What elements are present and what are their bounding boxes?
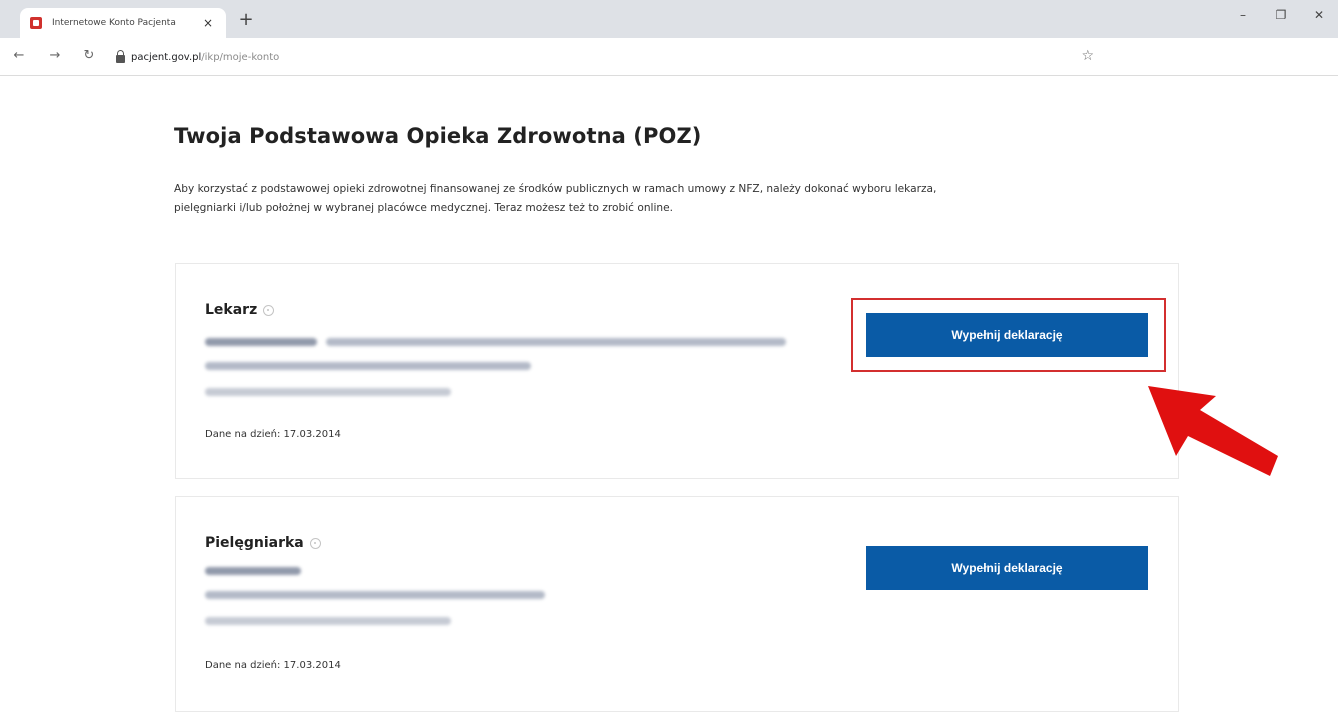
back-arrow-icon[interactable]: ← xyxy=(10,48,28,63)
browser-tab-bar: Internetowe Konto Pacjenta × + – ❐ ✕ xyxy=(0,0,1338,38)
card-heading-lekarz: Lekarz xyxy=(205,302,275,318)
url-path: /ikp/moje-konto xyxy=(201,51,280,63)
window-controls: – ❐ ✕ xyxy=(1224,8,1338,22)
blurred-doctor-name xyxy=(205,338,317,346)
red-arrow-icon xyxy=(1148,386,1278,476)
card-heading-label: Lekarz xyxy=(205,302,258,318)
data-date: Dane na dzień: 17.03.2014 xyxy=(205,660,341,671)
browser-address-bar: ← → ↻ pacjent.gov.pl /ikp/moje-konto ☆ xyxy=(0,38,1338,76)
data-date: Dane na dzień: 17.03.2014 xyxy=(205,429,341,440)
browser-tab[interactable]: Internetowe Konto Pacjenta × xyxy=(20,8,226,38)
lock-icon xyxy=(116,50,125,63)
card-heading-label: Pielęgniarka xyxy=(205,535,304,551)
new-tab-button[interactable]: + xyxy=(236,10,256,30)
fill-declaration-button-pielegniarka[interactable]: Wypełnij deklarację xyxy=(866,546,1148,590)
card-pielegniarka: Pielęgniarka Dane na dzień: 17.03.2014 W… xyxy=(175,496,1179,712)
restore-button[interactable]: ❐ xyxy=(1262,8,1300,22)
star-icon[interactable]: ☆ xyxy=(1081,48,1094,64)
forward-arrow-icon[interactable]: → xyxy=(46,48,64,63)
blurred-doctor-specialty xyxy=(326,338,786,346)
card-heading-pielegniarka: Pielęgniarka xyxy=(205,535,321,551)
highlight-box xyxy=(851,298,1166,372)
info-icon[interactable] xyxy=(309,537,321,549)
tab-title: Internetowe Konto Pacjenta xyxy=(52,18,176,28)
info-icon[interactable] xyxy=(263,304,275,316)
page-title: Twoja Podstawowa Opieka Zdrowotna (POZ) xyxy=(174,124,702,148)
blurred-clinic-name xyxy=(205,362,531,370)
page-description: Aby korzystać z podstawowej opieki zdrow… xyxy=(174,183,937,214)
blurred-clinic-address xyxy=(205,617,451,625)
minimize-button[interactable]: – xyxy=(1224,8,1262,22)
favicon-icon xyxy=(30,17,42,29)
url-input[interactable]: pacjent.gov.pl /ikp/moje-konto xyxy=(108,45,1088,69)
blurred-clinic-address xyxy=(205,388,451,396)
blurred-nurse-name xyxy=(205,567,301,575)
url-host: pacjent.gov.pl xyxy=(131,51,202,63)
tab-close-icon[interactable]: × xyxy=(200,16,216,30)
close-window-button[interactable]: ✕ xyxy=(1300,8,1338,22)
reload-icon[interactable]: ↻ xyxy=(80,48,98,63)
blurred-clinic-name xyxy=(205,591,545,599)
